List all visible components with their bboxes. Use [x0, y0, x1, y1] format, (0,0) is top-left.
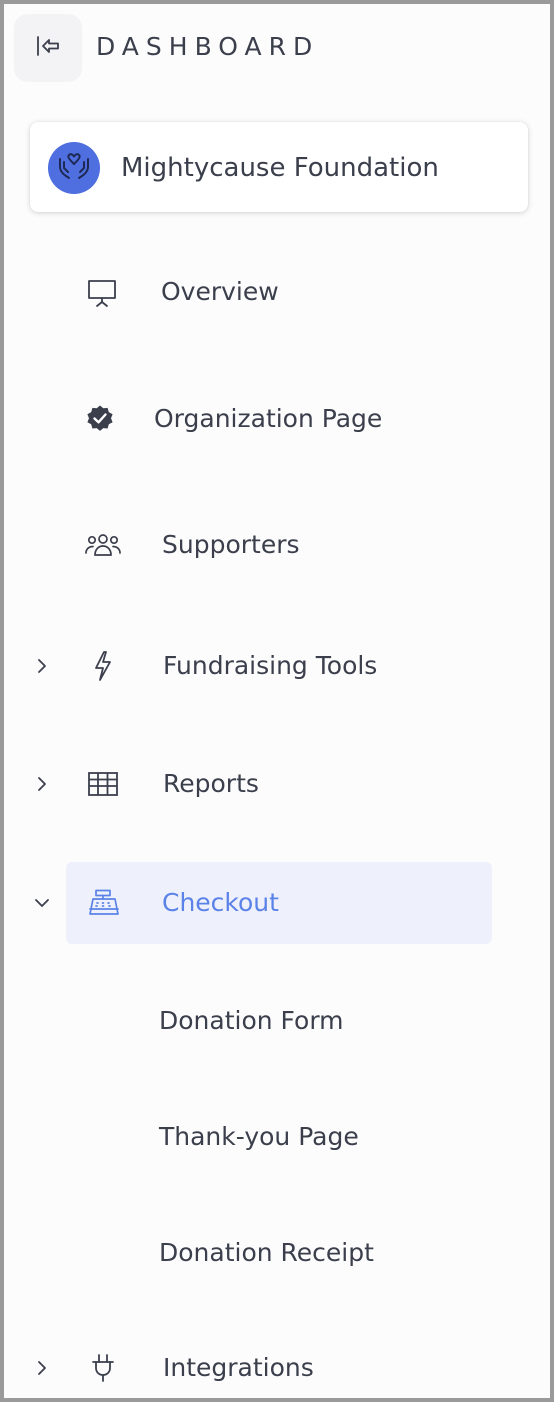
table-grid-icon — [83, 764, 123, 804]
presentation-board-icon — [82, 273, 122, 313]
verified-badge-icon — [80, 399, 120, 439]
nav-item-label: Reports — [163, 769, 259, 798]
plug-icon — [83, 1348, 123, 1388]
nav-item-overview[interactable]: Overview — [4, 254, 554, 334]
users-group-icon — [83, 525, 123, 565]
chevron-down-icon[interactable] — [30, 891, 54, 915]
nav-item-integrations[interactable]: Integrations — [4, 1328, 554, 1408]
chevron-right-icon[interactable] — [30, 1356, 54, 1380]
nav-item-label: Checkout — [162, 888, 279, 917]
chevron-right-icon[interactable] — [30, 654, 54, 678]
hands-heart-icon — [56, 151, 92, 185]
lightning-bolt-icon — [83, 646, 123, 686]
subnav-item-donation-form[interactable]: Donation Form — [159, 1001, 344, 1041]
cash-register-icon — [84, 883, 124, 923]
organization-name: Mightycause Foundation — [121, 153, 439, 183]
nav-item-label: Overview — [161, 277, 279, 306]
nav-item-reports[interactable]: Reports — [4, 744, 554, 824]
sidebar-panel: DASHBOARD Mightycause Foundation Overvie… — [0, 0, 554, 1402]
nav-item-label: Fundraising Tools — [163, 651, 378, 680]
nav-item-label: Organization Page — [154, 404, 383, 433]
nav-item-label: Supporters — [162, 530, 300, 559]
nav-item-checkout[interactable]: Checkout — [4, 862, 554, 942]
nav-item-organization-page[interactable]: Organization Page — [4, 379, 554, 459]
collapse-sidebar-icon — [34, 33, 62, 63]
subnav-item-donation-receipt[interactable]: Donation Receipt — [159, 1233, 374, 1273]
dashboard-title: DASHBOARD — [96, 32, 320, 61]
nav-item-label: Integrations — [163, 1353, 314, 1382]
organization-avatar — [48, 142, 100, 194]
nav-item-fundraising-tools[interactable]: Fundraising Tools — [4, 626, 554, 706]
chevron-right-icon[interactable] — [30, 772, 54, 796]
nav-item-supporters[interactable]: Supporters — [4, 505, 554, 585]
collapse-sidebar-button[interactable] — [14, 14, 82, 82]
subnav-item-thank-you-page[interactable]: Thank-you Page — [159, 1117, 359, 1157]
organization-selector[interactable]: Mightycause Foundation — [30, 122, 528, 212]
